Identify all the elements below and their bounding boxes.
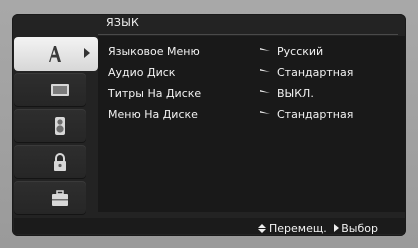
option-marker-icon xyxy=(260,90,270,93)
setting-label-disc-menu[interactable]: Меню На Диске xyxy=(108,108,198,124)
lock-icon xyxy=(54,153,66,171)
category-tabs xyxy=(14,37,98,216)
setting-label-menu-language[interactable]: Языковое Меню xyxy=(108,45,200,61)
tab-selected-arrow-icon xyxy=(84,48,90,58)
option-marker-icon xyxy=(260,111,270,114)
right-arrow-icon xyxy=(334,224,340,232)
page-title: ЯЗЫК xyxy=(106,16,140,29)
option-marker-icon xyxy=(260,48,270,51)
setting-label-disc-audio[interactable]: Аудио Диск xyxy=(108,66,175,82)
setting-value-disc-menu[interactable]: Стандартная xyxy=(277,108,353,124)
tab-display[interactable] xyxy=(14,73,86,107)
setting-label-disc-subtitles[interactable]: Титры На Диске xyxy=(108,87,201,103)
tab-audio[interactable] xyxy=(14,109,86,143)
select-hint-label: Выбор xyxy=(341,221,378,235)
move-hint-label: Перемещ. xyxy=(269,221,327,235)
up-down-arrows-icon xyxy=(258,223,266,233)
screen: ЯЗЫК Языковое Меню Русский Аудио Диск Ст… xyxy=(0,0,418,248)
navigation-hint: Перемещ. Выбор xyxy=(258,221,378,235)
language-a-icon xyxy=(49,46,61,62)
speaker-icon xyxy=(55,117,65,135)
option-marker-icon xyxy=(260,69,270,72)
setting-value-disc-audio[interactable]: Стандартная xyxy=(277,66,353,82)
title-divider xyxy=(98,34,398,35)
tab-other[interactable] xyxy=(14,181,86,215)
setting-value-menu-language[interactable]: Русский xyxy=(277,45,323,61)
briefcase-icon xyxy=(52,190,68,206)
tv-icon xyxy=(51,84,69,96)
settings-area xyxy=(98,36,405,212)
tab-language[interactable] xyxy=(14,37,98,71)
setting-value-disc-subtitles[interactable]: ВЫКЛ. xyxy=(277,87,314,103)
tab-lock[interactable] xyxy=(14,145,86,179)
